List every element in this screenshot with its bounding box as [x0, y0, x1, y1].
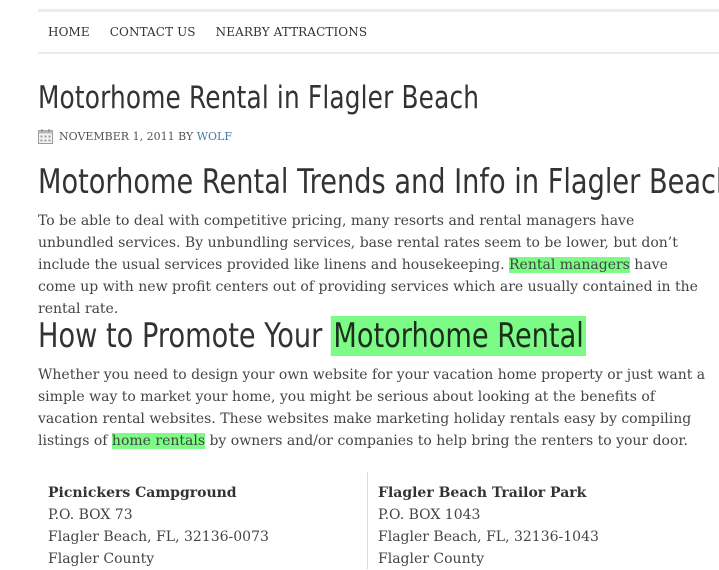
post-title[interactable]: Motorhome Rental in Flagler Beach — [38, 80, 479, 116]
listing-po-box: P.O. BOX 1043 — [378, 507, 481, 523]
listing-picnickers-campground: Picnickers Campground P.O. BOX 73 Flagle… — [48, 482, 269, 570]
post-by: BY — [178, 130, 194, 143]
section-heading-promote-text: How to Promote Your — [38, 316, 331, 356]
home-rentals-highlight-link[interactable]: home rentals — [111, 433, 206, 449]
listing-city: Flagler Beach, FL, 32136-0073 — [48, 529, 269, 545]
section-heading-promote: How to Promote Your Motorhome Rental — [38, 316, 587, 356]
post-meta: NOVEMBER 1, 2011 BY WOLF — [38, 129, 232, 144]
listing-name: Picnickers Campground — [48, 485, 237, 501]
rental-managers-highlight-link[interactable]: Rental managers — [509, 257, 630, 273]
nav-item-home[interactable]: HOME — [48, 25, 90, 39]
listing-name: Flagler Beach Trailor Park — [378, 485, 587, 501]
post-date: NOVEMBER 1, 2011 — [59, 130, 175, 143]
nav-item-contact-us[interactable]: CONTACT US — [110, 25, 196, 39]
main-nav: HOME CONTACT US NEARBY ATTRACTIONS — [38, 12, 719, 54]
motorhome-rental-highlight: Motorhome Rental — [330, 316, 587, 356]
listing-divider — [367, 472, 368, 569]
paragraph-promote-text-2: by owners and/or companies to help bring… — [205, 433, 689, 449]
paragraph-promote: Whether you need to design your own webs… — [38, 364, 710, 452]
listing-city: Flagler Beach, FL, 32136-1043 — [378, 529, 599, 545]
nav-item-nearby-attractions[interactable]: NEARBY ATTRACTIONS — [216, 25, 368, 39]
post-author-link[interactable]: WOLF — [197, 130, 232, 143]
listing-flagler-beach-trailor-park: Flagler Beach Trailor Park P.O. BOX 1043… — [378, 482, 599, 570]
listing-po-box: P.O. BOX 73 — [48, 507, 133, 523]
listing-county: Flagler County — [48, 551, 155, 567]
paragraph-trends: To be able to deal with competitive pric… — [38, 210, 710, 320]
listing-county: Flagler County — [378, 551, 485, 567]
section-heading-trends: Motorhome Rental Trends and Info in Flag… — [38, 162, 719, 202]
calendar-icon — [38, 129, 53, 144]
